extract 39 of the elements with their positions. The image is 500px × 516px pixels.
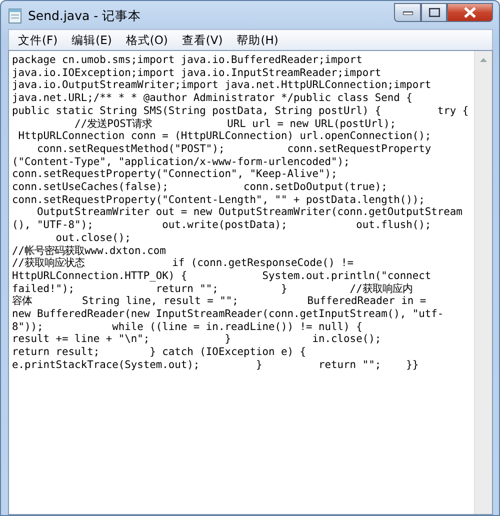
code-line: 8")); while ((line = in.readLine()) != null) {: [12, 320, 362, 334]
code-line: java.net.URL;/** * * @author Administrator */public class Send {: [12, 92, 412, 105]
minimize-button[interactable]: [394, 3, 421, 22]
menu-item[interactable]: 帮助(H): [230, 32, 284, 48]
code-line: //发送POST请求 URL url = new URL(postUrl);: [74, 118, 396, 130]
minimize-icon: [402, 10, 412, 14]
code-line: //帐号密码获取www.dxton.com: [12, 244, 166, 257]
code-line: conn.setRequestProperty("Connection", "Keep-Alive");: [12, 168, 338, 182]
code-line: failed!"); return ""; } //获取响应内: [12, 282, 412, 295]
notepad-icon: [8, 8, 22, 24]
maximize-icon: [428, 8, 440, 17]
code-line: //获取响应状态 if (conn.getResponseCode() !=: [12, 257, 354, 270]
code-line: OutputStreamWriter out = new OutputStreamWriter(conn.getOutputStream: [36, 206, 462, 220]
code-line: HttpURLConnection conn = (HttpURLConnection) url.openConnection();: [17, 130, 432, 143]
code-line: conn.setRequestMethod("POST"); conn.setRequestProperty: [36, 142, 432, 156]
code-line: conn.setRequestProperty("Content-Length", "" + postData.length());: [12, 194, 425, 206]
menu-item[interactable]: 编辑(E): [66, 32, 118, 48]
code-line: 容体 String line, result = ""; BufferedReader in =: [12, 295, 426, 308]
code-line: new BufferedReader(new InputStreamReader(conn.getInputStream(), "utf-: [12, 308, 444, 321]
code-line: (), "UTF-8"); out.write(postData); out.flush();: [12, 219, 432, 232]
code-line: return result; } catch (IOException e) {: [12, 346, 306, 359]
menu-item[interactable]: 格式(O): [120, 32, 174, 48]
code-line: out.close();: [54, 232, 131, 245]
menu-item[interactable]: 文件(F): [12, 32, 64, 48]
code-line: package cn.umob.sms;import java.io.BufferedReader;import: [12, 54, 362, 67]
maximize-button[interactable]: [421, 3, 447, 22]
code-line: result += line + "\n"; } in.close();: [12, 333, 382, 346]
code-line: conn.setUseCaches(false); conn.setDoOutput(true);: [12, 181, 388, 194]
scrollbar[interactable]: [474, 51, 492, 514]
code-line: java.io.OutputStreamWriter;import java.net.HttpURLConnection;import: [12, 79, 432, 92]
code-line: public static String SMS(String postData, String postUrl) { try {: [12, 104, 469, 118]
menu-item[interactable]: 查看(V): [176, 32, 229, 48]
close-button[interactable]: [447, 3, 493, 22]
code-line: ("Content-Type", "application/x-www-form-urlencoded");: [12, 156, 350, 168]
close-icon: [464, 7, 476, 18]
code-line: e.printStackTrace(System.out); } return ""; }}: [12, 358, 419, 372]
code-line: HttpURLConnection.HTTP_OK) { System.out.println("connect: [12, 270, 432, 283]
window-title: Send.java - 记事本: [28, 8, 142, 24]
code-line: java.io.IOException;import java.io.InputStreamReader;import: [12, 66, 382, 80]
